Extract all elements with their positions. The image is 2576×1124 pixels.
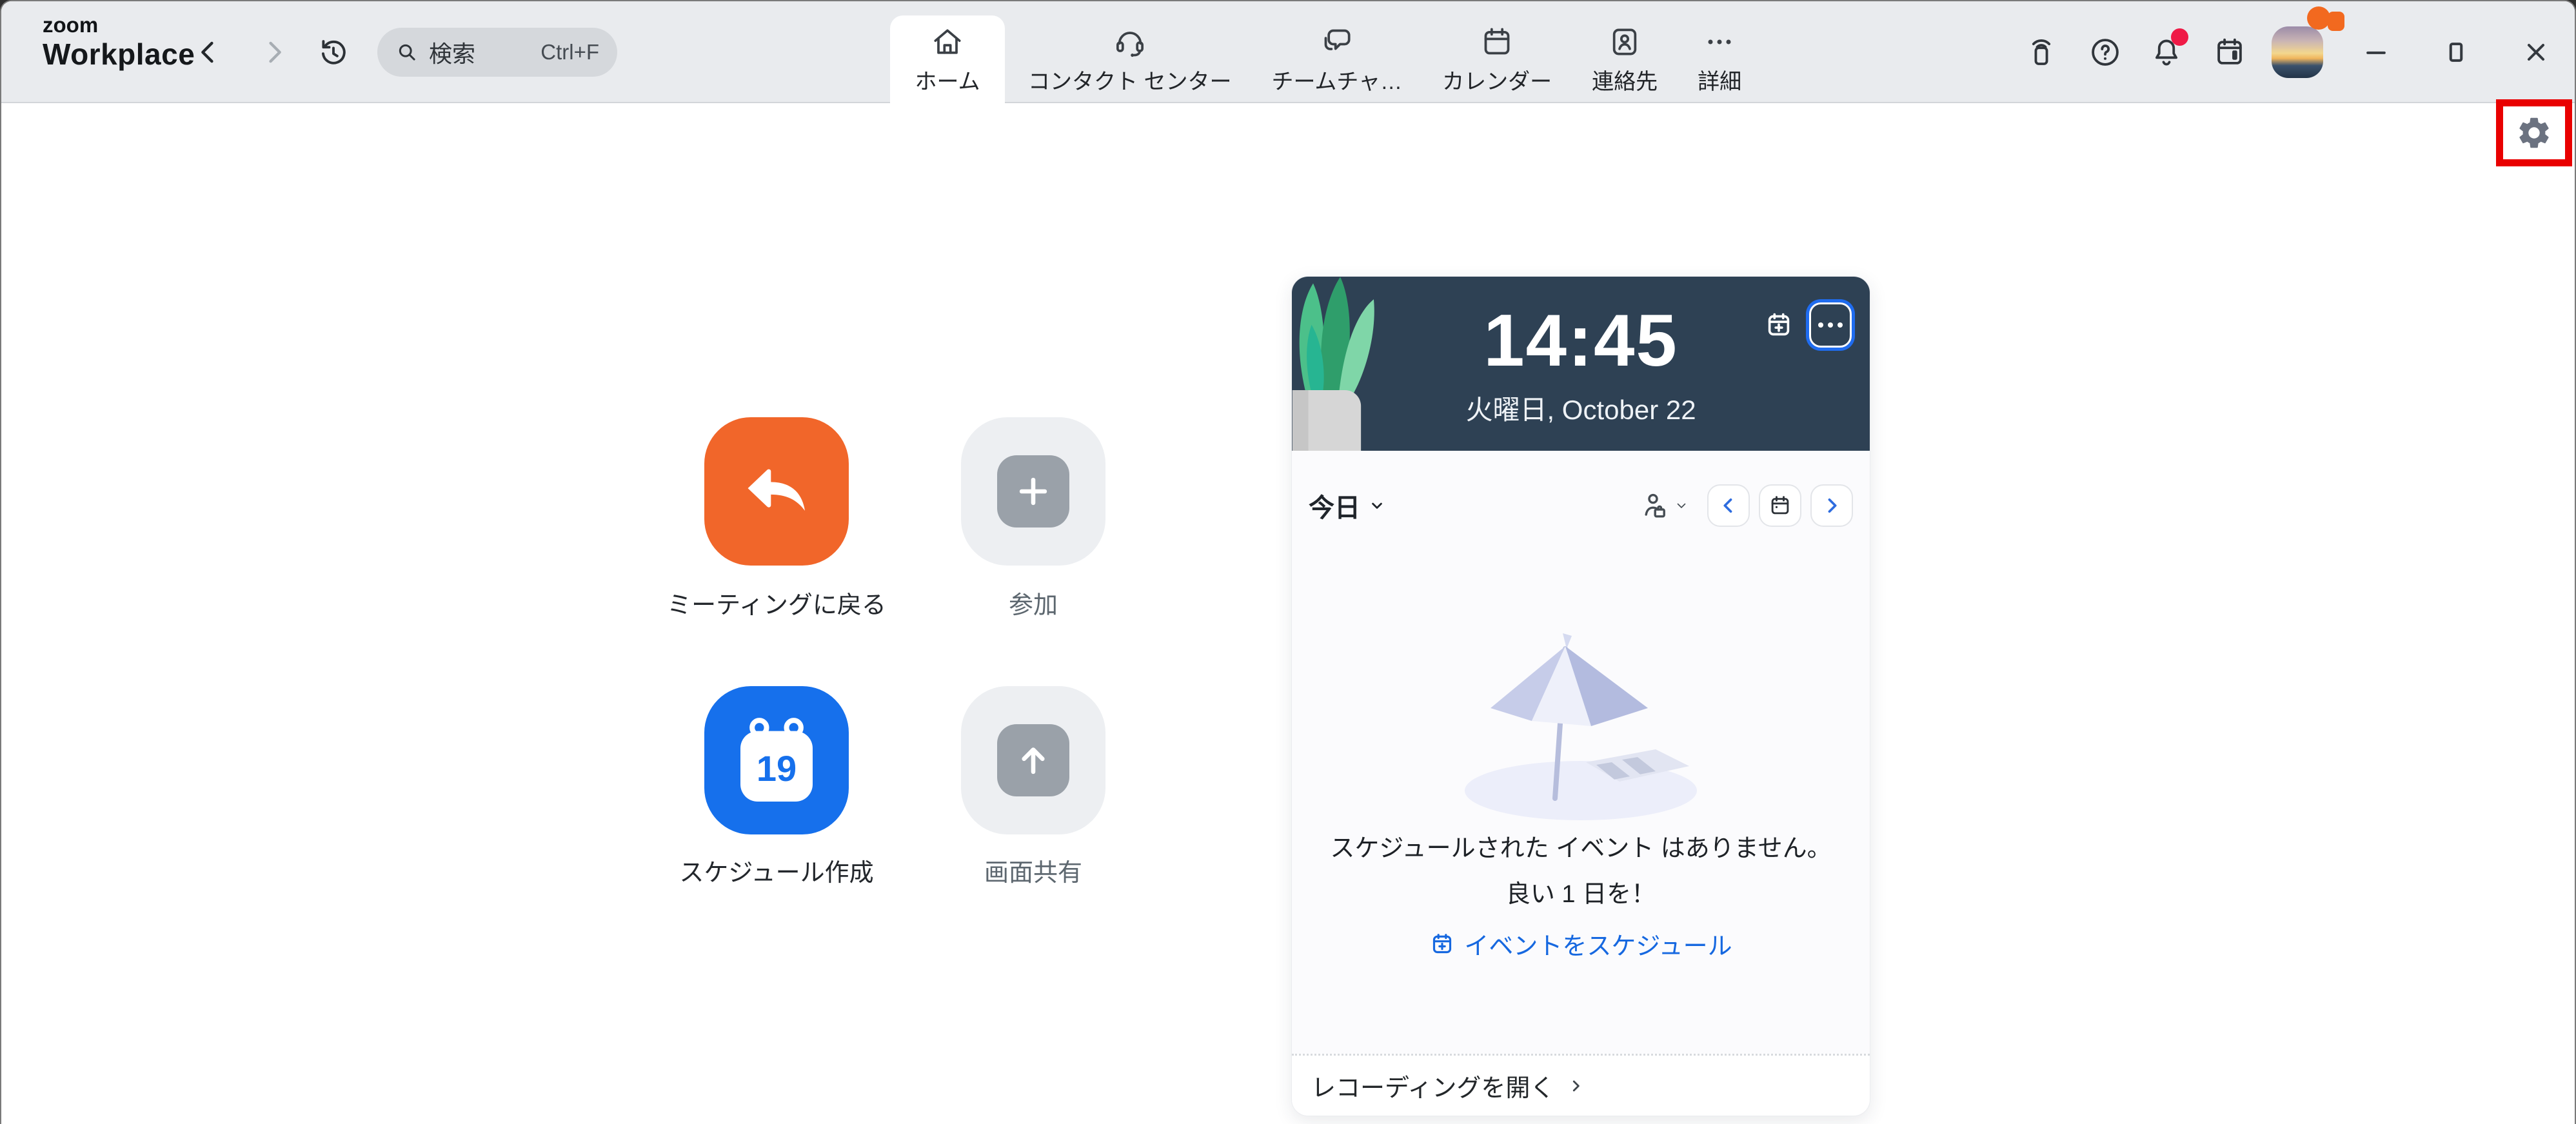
join-inner-square xyxy=(997,455,1069,527)
annotation-highlight-box xyxy=(2496,99,2572,166)
calendar-plus-icon xyxy=(1764,310,1794,340)
ellipsis-icon xyxy=(1818,322,1823,328)
chat-icon xyxy=(1319,24,1355,60)
side-panel-calendar-icon xyxy=(2212,35,2247,70)
schedule-event-link[interactable]: イベントをスケジュール xyxy=(1429,926,1732,961)
notifications-button[interactable] xyxy=(2148,34,2185,71)
widget-more-button[interactable] xyxy=(1809,302,1852,348)
title-bar: zoom Workplace 検索 Ctrl+F ホーム xyxy=(1,1,2575,103)
history-button[interactable] xyxy=(315,34,352,71)
beach-umbrella-illustration xyxy=(1452,628,1710,822)
upcoming-events-panel: 14:45 火曜日, October 22 今日 xyxy=(1291,276,1870,1116)
calendar-plus-icon xyxy=(1429,931,1455,957)
no-events-text: スケジュールされた イベント はありません。 xyxy=(1330,828,1831,863)
chevron-right-icon xyxy=(1821,495,1843,517)
back-to-meeting-label: ミーティングに戻る xyxy=(628,585,925,620)
chevron-down-icon xyxy=(1674,498,1689,513)
plus-icon xyxy=(1012,470,1055,513)
join-label: 参加 xyxy=(885,585,1182,620)
plant-illustration xyxy=(1292,277,1389,451)
date-range-dropdown[interactable]: 今日 xyxy=(1309,487,1386,524)
video-status-badge-icon xyxy=(2328,12,2344,31)
minimize-button[interactable] xyxy=(2357,34,2395,71)
back-to-meeting-button[interactable] xyxy=(704,417,849,566)
tab-calendar[interactable]: カレンダー xyxy=(1425,15,1569,103)
settings-button[interactable] xyxy=(2515,114,2553,152)
schedule-label: スケジュール作成 xyxy=(628,853,925,888)
notification-badge xyxy=(2171,28,2188,46)
search-placeholder: 検索 xyxy=(429,35,475,69)
schedule-button[interactable]: 19 xyxy=(704,686,849,834)
tab-more[interactable]: 詳細 xyxy=(1681,15,1758,103)
chevron-left-icon xyxy=(192,35,225,69)
chevron-right-icon xyxy=(1567,1078,1584,1094)
forward-button[interactable] xyxy=(255,34,293,71)
contact-card-icon xyxy=(1607,24,1643,60)
main-tabs: ホーム コンタクト センター チームチャ… カレンダー 連絡先 詳細 xyxy=(890,15,1758,103)
calendar-day-number: 19 xyxy=(757,748,797,789)
search-input[interactable]: 検索 Ctrl+F xyxy=(377,28,617,77)
tab-home[interactable]: ホーム xyxy=(890,15,1005,103)
empty-events-state: スケジュールされた イベント はありません。 良い 1 日を！ イベントをスケジ… xyxy=(1292,628,1870,961)
calendar-19-icon: 19 xyxy=(735,715,818,805)
close-button[interactable] xyxy=(2517,34,2555,71)
more-icon xyxy=(1701,24,1738,60)
schedule-event-link-label: イベントをスケジュール xyxy=(1464,926,1732,961)
logo-workplace: Workplace xyxy=(43,39,195,69)
ellipsis-icon xyxy=(1828,322,1833,328)
chevron-right-icon xyxy=(257,35,291,69)
person-briefcase-icon xyxy=(1639,490,1670,521)
search-shortcut: Ctrl+F xyxy=(540,40,599,64)
share-screen-button[interactable] xyxy=(961,686,1105,834)
connect-device-button[interactable] xyxy=(2023,34,2060,71)
home-icon xyxy=(929,24,966,60)
connect-device-icon xyxy=(2024,35,2059,70)
tab-contact-center[interactable]: コンタクト センター xyxy=(1011,15,1248,103)
clock-widget: 14:45 火曜日, October 22 xyxy=(1292,277,1870,451)
ellipsis-icon xyxy=(1838,322,1843,328)
arrow-up-icon xyxy=(1012,739,1055,782)
calendar-icon xyxy=(1479,24,1515,60)
tab-team-chat[interactable]: チームチャ… xyxy=(1254,15,1419,103)
chevron-down-icon xyxy=(1368,497,1386,515)
next-day-button[interactable] xyxy=(1810,484,1853,527)
maximize-icon xyxy=(2442,38,2470,66)
join-button[interactable] xyxy=(961,417,1105,566)
app-logo: zoom Workplace xyxy=(43,14,195,69)
search-icon xyxy=(395,41,419,64)
date-range-label: 今日 xyxy=(1309,487,1360,524)
zoom-workplace-window: zoom Workplace 検索 Ctrl+F ホーム xyxy=(0,0,2576,1124)
add-event-button[interactable] xyxy=(1764,310,1794,340)
share-inner-square xyxy=(997,724,1069,796)
tab-contacts[interactable]: 連絡先 xyxy=(1575,15,1674,103)
share-screen-label: 画面共有 xyxy=(885,853,1182,888)
help-button[interactable] xyxy=(2086,34,2124,71)
minimize-icon xyxy=(2362,38,2390,66)
video-status-badge-icon xyxy=(2307,6,2330,30)
reply-arrow-icon xyxy=(739,454,814,529)
have-a-nice-day-text: 良い 1 日を！ xyxy=(1506,874,1656,909)
logo-zoom: zoom xyxy=(43,14,195,35)
calendar-icon xyxy=(1768,493,1792,518)
previous-day-button[interactable] xyxy=(1707,484,1750,527)
side-panel-button[interactable] xyxy=(2211,34,2248,71)
pick-date-button[interactable] xyxy=(1759,484,1801,527)
attendee-filter-dropdown[interactable] xyxy=(1639,490,1689,521)
history-icon xyxy=(317,35,350,69)
back-button[interactable] xyxy=(190,34,227,71)
headset-icon xyxy=(1112,24,1148,60)
maximize-button[interactable] xyxy=(2437,34,2475,71)
calendar-toolbar: 今日 xyxy=(1292,484,1870,527)
settings-gear-icon xyxy=(2515,114,2553,152)
open-recordings-label: レコーディングを開く xyxy=(1311,1068,1554,1103)
close-icon xyxy=(2522,38,2550,66)
profile-avatar[interactable] xyxy=(2272,26,2323,78)
chevron-left-icon xyxy=(1718,495,1739,517)
help-icon xyxy=(2088,35,2123,70)
open-recordings-row[interactable]: レコーディングを開く xyxy=(1292,1054,1870,1116)
